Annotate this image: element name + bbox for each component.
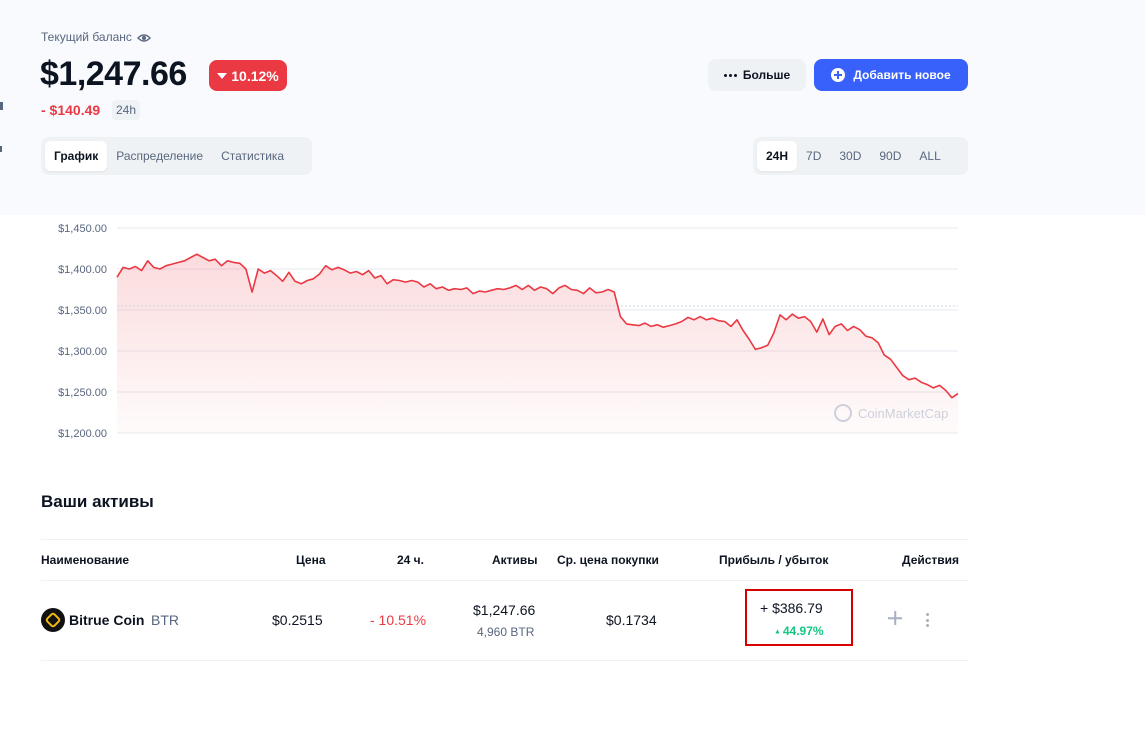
change-absolute: - $140.49 — [41, 102, 101, 118]
coin-symbol: BTR — [151, 612, 179, 628]
col-header-pnl[interactable]: Прибыль / убыток — [719, 553, 828, 567]
range-90d[interactable]: 90D — [870, 141, 910, 171]
tab-allocation[interactable]: Распределение — [107, 141, 212, 171]
range-all[interactable]: ALL — [910, 141, 949, 171]
col-header-name[interactable]: Наименование — [41, 553, 129, 567]
tab-statistics[interactable]: Статистика — [212, 141, 293, 171]
change-badge: 10.12% — [209, 60, 287, 91]
col-header-24h[interactable]: 24 ч. — [397, 553, 424, 567]
holdings-amount: 4,960 BTR — [477, 625, 535, 639]
y-tick-label: $1,350.00 — [58, 305, 107, 317]
coin-price: $0.2515 — [272, 612, 323, 628]
portfolio-chart-svg: $1,450.00 $1,400.00 $1,350.00 $1,300.00 $1,2… — [58, 223, 959, 440]
more-button-label: Больше — [742, 68, 791, 82]
caret-down-icon — [217, 72, 228, 79]
col-header-actions: Действия — [902, 553, 960, 567]
more-button[interactable]: Больше — [708, 59, 806, 91]
table-bottom-divider — [41, 660, 968, 661]
col-header-price[interactable]: Цена — [296, 553, 326, 567]
y-tick-label: $1,300.00 — [58, 346, 107, 358]
row-more-icon[interactable] — [926, 613, 930, 627]
range-tabs: 24H 7D 30D 90D ALL — [753, 137, 968, 175]
y-tick-label: $1,400.00 — [58, 264, 107, 276]
y-tick-label: $1,450.00 — [58, 223, 107, 235]
coin-change-24h: - 10.51% — [370, 612, 427, 628]
tab-chart[interactable]: График — [45, 141, 108, 171]
add-new-button[interactable]: Добавить новое — [814, 59, 968, 91]
balance-label: Текущий баланс — [41, 30, 151, 44]
pnl-highlight-box — [745, 589, 853, 646]
assets-title: Ваши активы — [41, 492, 154, 511]
plus-circle-icon — [831, 68, 846, 82]
y-tick-label: $1,200.00 — [58, 428, 107, 440]
cmc-watermark-text: CoinMarketCap — [858, 406, 948, 421]
y-tick-label: $1,250.00 — [58, 387, 107, 399]
edge-mark — [0, 146, 2, 152]
range-7d[interactable]: 7D — [797, 141, 830, 171]
coin-logo — [41, 608, 65, 632]
coin-name[interactable]: Bitrue Coin — [69, 612, 144, 628]
avg-buy-price: $0.1734 — [606, 612, 657, 628]
edge-mark — [0, 102, 3, 110]
header-background — [0, 0, 1145, 215]
balance-label-text: Текущий баланс — [41, 30, 132, 44]
change-percent: 10.12% — [231, 67, 279, 84]
more-dots-icon — [723, 73, 737, 77]
add-transaction-icon[interactable] — [888, 611, 902, 625]
col-header-holdings[interactable]: Активы — [492, 553, 538, 567]
table-top-divider — [41, 539, 968, 540]
eye-icon[interactable] — [136, 32, 151, 42]
range-30d[interactable]: 30D — [830, 141, 870, 171]
price-area — [117, 254, 958, 433]
view-tabs: График Распределение Статистика — [41, 137, 312, 175]
table-header-divider — [41, 580, 968, 581]
holdings-value: $1,247.66 — [473, 602, 536, 618]
add-new-button-label: Добавить новое — [853, 68, 951, 82]
period-chip: 24h — [112, 100, 141, 120]
col-header-avg-buy[interactable]: Ср. цена покупки — [557, 553, 659, 567]
range-24h[interactable]: 24H — [757, 141, 798, 171]
balance-value: $1,247.66 — [40, 55, 187, 93]
portfolio-chart: $1,450.00 $1,400.00 $1,350.00 $1,300.00 $1,2… — [0, 200, 1145, 460]
